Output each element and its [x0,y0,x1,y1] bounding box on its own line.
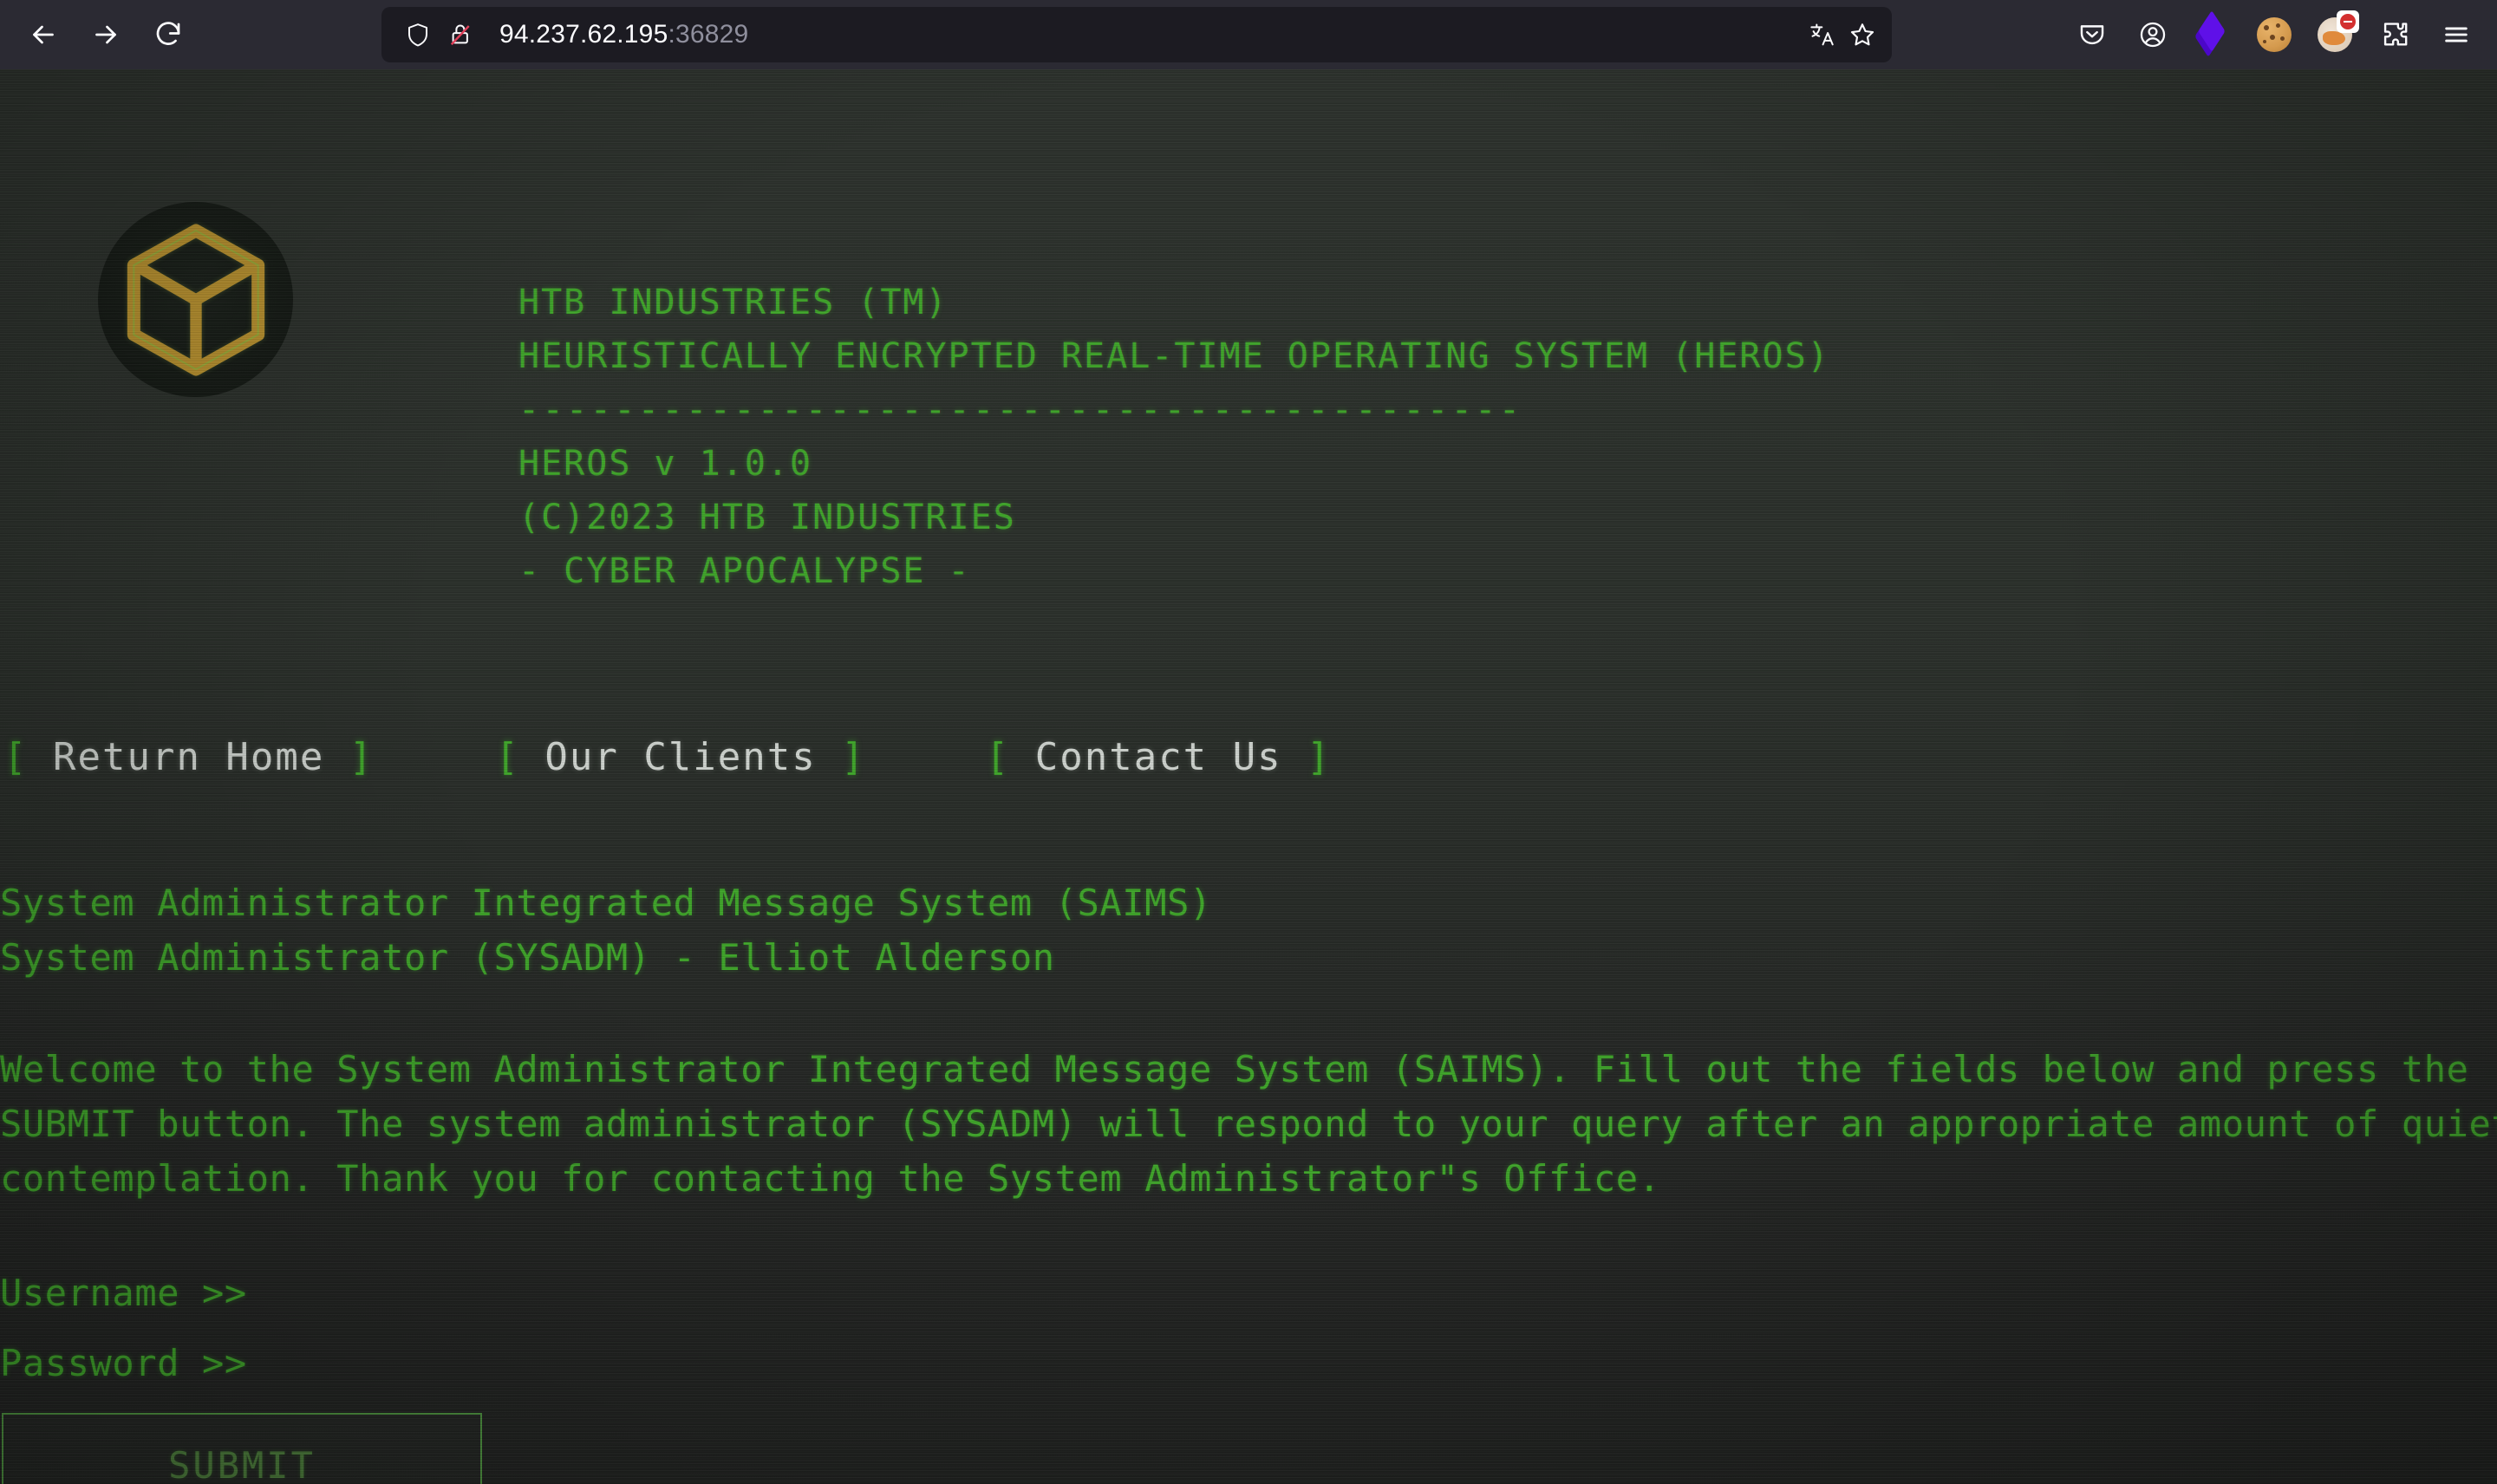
username-label: Username >> [0,1271,247,1314]
layers-glyph [2194,10,2231,58]
layers-extension-icon[interactable] [2188,10,2239,60]
password-input[interactable] [262,1341,870,1384]
extensions-puzzle-icon[interactable] [2370,10,2421,60]
fox-blocker-glyph [2318,10,2359,52]
account-icon[interactable] [2128,10,2178,60]
url-host: 94.237.62.195 [499,20,668,49]
saims-title: System Administrator Integrated Message … [0,882,1212,924]
saims-heading-block: System Administrator Integrated Message … [0,875,1212,985]
username-input[interactable] [262,1271,870,1314]
bracket-open-icon: [ [495,735,520,779]
blocker-extension-icon[interactable] [2310,10,2360,60]
banner-line-1: HTB INDUSTRIES (TM) [518,283,949,322]
url-bar[interactable]: 94.237.62.195:36829 [381,7,1892,62]
cookie-extension-icon[interactable] [2249,10,2299,60]
welcome-paragraph: Welcome to the System Administrator Inte… [0,1048,2497,1200]
reload-button[interactable] [137,9,199,61]
translate-icon[interactable] [1805,17,1840,52]
nav-return-home-label: Return Home [28,735,349,779]
system-banner: HTB INDUSTRIES (TM) HEURISTICALLY ENCRYP… [518,276,1830,598]
banner-version: HEROS v 1.0.0 [518,444,813,484]
bracket-open-icon: [ [985,735,1011,779]
toolbar-right-actions [2067,0,2481,69]
bracket-close-icon: ] [1307,735,1332,779]
shield-icon[interactable] [401,17,435,52]
cookie-glyph [2257,17,2292,52]
password-row: Password >> [0,1336,2497,1390]
url-port: :36829 [668,20,749,49]
nav-return-home[interactable]: [ Return Home ] [0,735,377,779]
htb-cube-logo [98,202,293,397]
browser-toolbar: 94.237.62.195:36829 [0,0,2497,69]
insecure-lock-icon[interactable] [444,17,479,52]
saims-admin: System Administrator (SYSADM) - Elliot A… [0,936,1055,979]
main-navigation: [ Return Home ] [ Our Clients ] [ Contac… [0,735,1335,779]
bookmark-star-icon[interactable] [1845,17,1880,52]
navigation-buttons [12,9,199,61]
banner-divider: ----------------------------------------… [518,390,1523,430]
url-bar-identity: 94.237.62.195:36829 [401,17,748,52]
bracket-close-icon: ] [349,735,375,779]
banner-line-2: HEURISTICALLY ENCRYPTED REAL-TIME OPERAT… [518,336,1830,376]
terminal-page: HTB INDUSTRIES (TM) HEURISTICALLY ENCRYP… [0,69,2497,1484]
nav-contact-us-label: Contact Us [1010,735,1307,779]
back-button[interactable] [12,9,75,61]
saims-form: Username >> Password >> SUBMIT [0,1266,2497,1484]
bracket-open-icon: [ [3,735,29,779]
url-text[interactable]: 94.237.62.195:36829 [499,20,748,49]
nav-contact-us[interactable]: [ Contact Us ] [982,735,1335,779]
submit-button[interactable]: SUBMIT [2,1413,482,1484]
username-row: Username >> [0,1266,2497,1319]
banner-event: - CYBER APOCALYPSE - [518,551,971,591]
url-bar-actions [1805,17,1880,52]
banner-copyright: (C)2023 HTB INDUSTRIES [518,498,1016,537]
hamburger-menu-icon[interactable] [2431,10,2481,60]
bracket-close-icon: ] [841,735,866,779]
password-label: Password >> [0,1341,247,1384]
nav-our-clients-label: Our Clients [519,735,842,779]
nav-our-clients[interactable]: [ Our Clients ] [492,735,869,779]
pocket-icon[interactable] [2067,10,2117,60]
forward-button[interactable] [75,9,137,61]
